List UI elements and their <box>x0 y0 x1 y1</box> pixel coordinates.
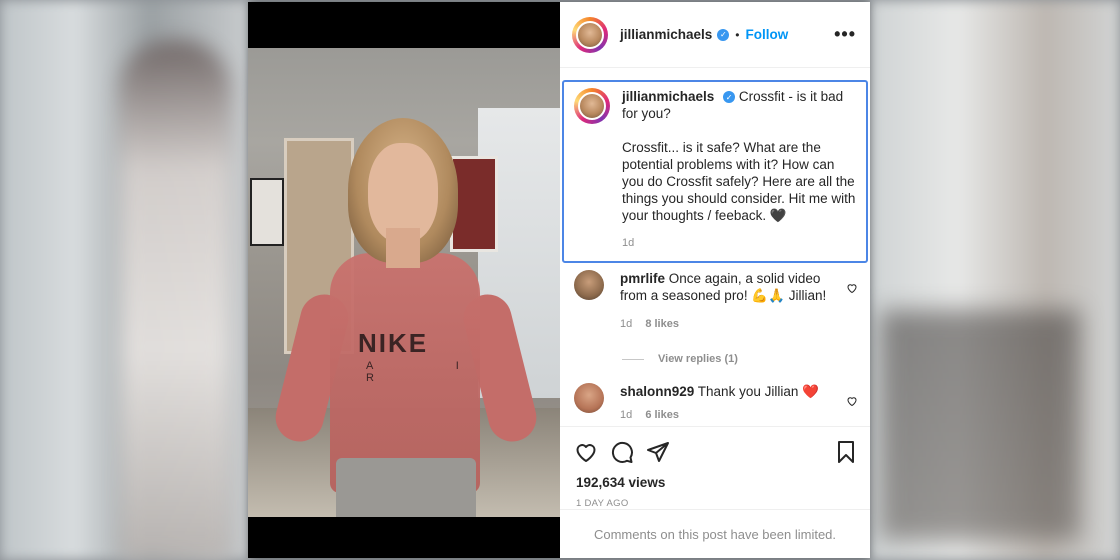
comment-likes[interactable]: 8 likes <box>645 318 679 330</box>
caption-username[interactable]: jillianmichaels <box>622 89 714 104</box>
comment-username[interactable]: pmrlife <box>620 271 665 286</box>
replies-line <box>622 358 644 360</box>
comment-text: Thank you Jillian ❤️ <box>697 384 819 399</box>
comment-likes[interactable]: 6 likes <box>645 409 679 421</box>
action-icons <box>560 427 870 467</box>
avatar-image <box>576 20 604 49</box>
caption-body: jillianmichaels ✓ Crossfit - is it bad f… <box>622 88 858 252</box>
comment-meta: 1d 8 likes <box>620 316 835 333</box>
post-header: jillianmichaels ✓ • Follow ••• <box>560 2 870 68</box>
comment-username[interactable]: shalonn929 <box>620 384 694 399</box>
wall-art-left <box>250 178 284 246</box>
author-username[interactable]: jillianmichaels <box>620 27 712 42</box>
post-sidebar: jillianmichaels ✓ • Follow ••• jillianmi… <box>560 2 870 558</box>
share-icon[interactable] <box>646 440 670 464</box>
background-figure <box>120 40 230 560</box>
verified-icon: ✓ <box>723 91 736 104</box>
comment-time[interactable]: 1d <box>620 318 632 330</box>
comment-avatar[interactable] <box>574 270 604 300</box>
post-date[interactable]: 1 DAY AGO <box>560 490 870 509</box>
comment-meta: 1d 6 likes <box>620 407 835 423</box>
heart-icon[interactable] <box>574 440 598 464</box>
more-icon[interactable]: ••• <box>834 24 856 45</box>
header-separator: • <box>735 27 740 42</box>
comments-limited-notice: Comments on this post have been limited. <box>560 509 870 558</box>
caption-time[interactable]: 1d <box>622 235 858 252</box>
post-media[interactable]: NIKE A I R <box>248 2 560 558</box>
post-actions: 192,634 views 1 DAY AGO <box>560 426 870 509</box>
comments-list[interactable]: jillianmichaels ✓ Crossfit - is it bad f… <box>560 68 870 423</box>
comment-icon[interactable] <box>610 440 634 464</box>
post-caption: jillianmichaels ✓ Crossfit - is it bad f… <box>562 80 868 263</box>
caption-text: Crossfit... is it safe? What are the pot… <box>622 140 856 223</box>
instagram-post: NIKE A I R jillianmichaels ✓ • Follow ••… <box>248 2 870 558</box>
neck <box>386 228 420 268</box>
comment-like-heart-icon[interactable] <box>846 282 858 294</box>
follow-button[interactable]: Follow <box>746 27 789 42</box>
author-avatar[interactable] <box>572 16 608 53</box>
caption-avatar[interactable] <box>574 88 610 124</box>
view-replies-label: View replies (1) <box>658 353 738 365</box>
comment-item: pmrlife Once again, a solid video from a… <box>560 270 870 333</box>
comment-content: pmrlife Once again, a solid video from a… <box>620 270 835 333</box>
background-furniture <box>880 310 1080 540</box>
comment-content: shalonn929 Thank you Jillian ❤️ 1d 6 lik… <box>620 383 835 423</box>
avatar-image <box>578 92 606 120</box>
view-replies-button[interactable]: View replies (1) <box>560 353 870 365</box>
verified-icon: ✓ <box>717 28 730 41</box>
view-count[interactable]: 192,634 views <box>560 467 870 490</box>
comment-like-heart-icon[interactable] <box>846 395 858 407</box>
pants <box>336 458 476 517</box>
comment-item: shalonn929 Thank you Jillian ❤️ 1d 6 lik… <box>560 383 870 423</box>
video-frame[interactable]: NIKE A I R <box>248 48 560 517</box>
bookmark-icon[interactable] <box>834 440 858 464</box>
shirt-logo: NIKE <box>358 328 429 358</box>
shirt-logo-sub: A I R <box>366 360 499 384</box>
comment-time[interactable]: 1d <box>620 409 632 421</box>
comment-avatar[interactable] <box>574 383 604 413</box>
